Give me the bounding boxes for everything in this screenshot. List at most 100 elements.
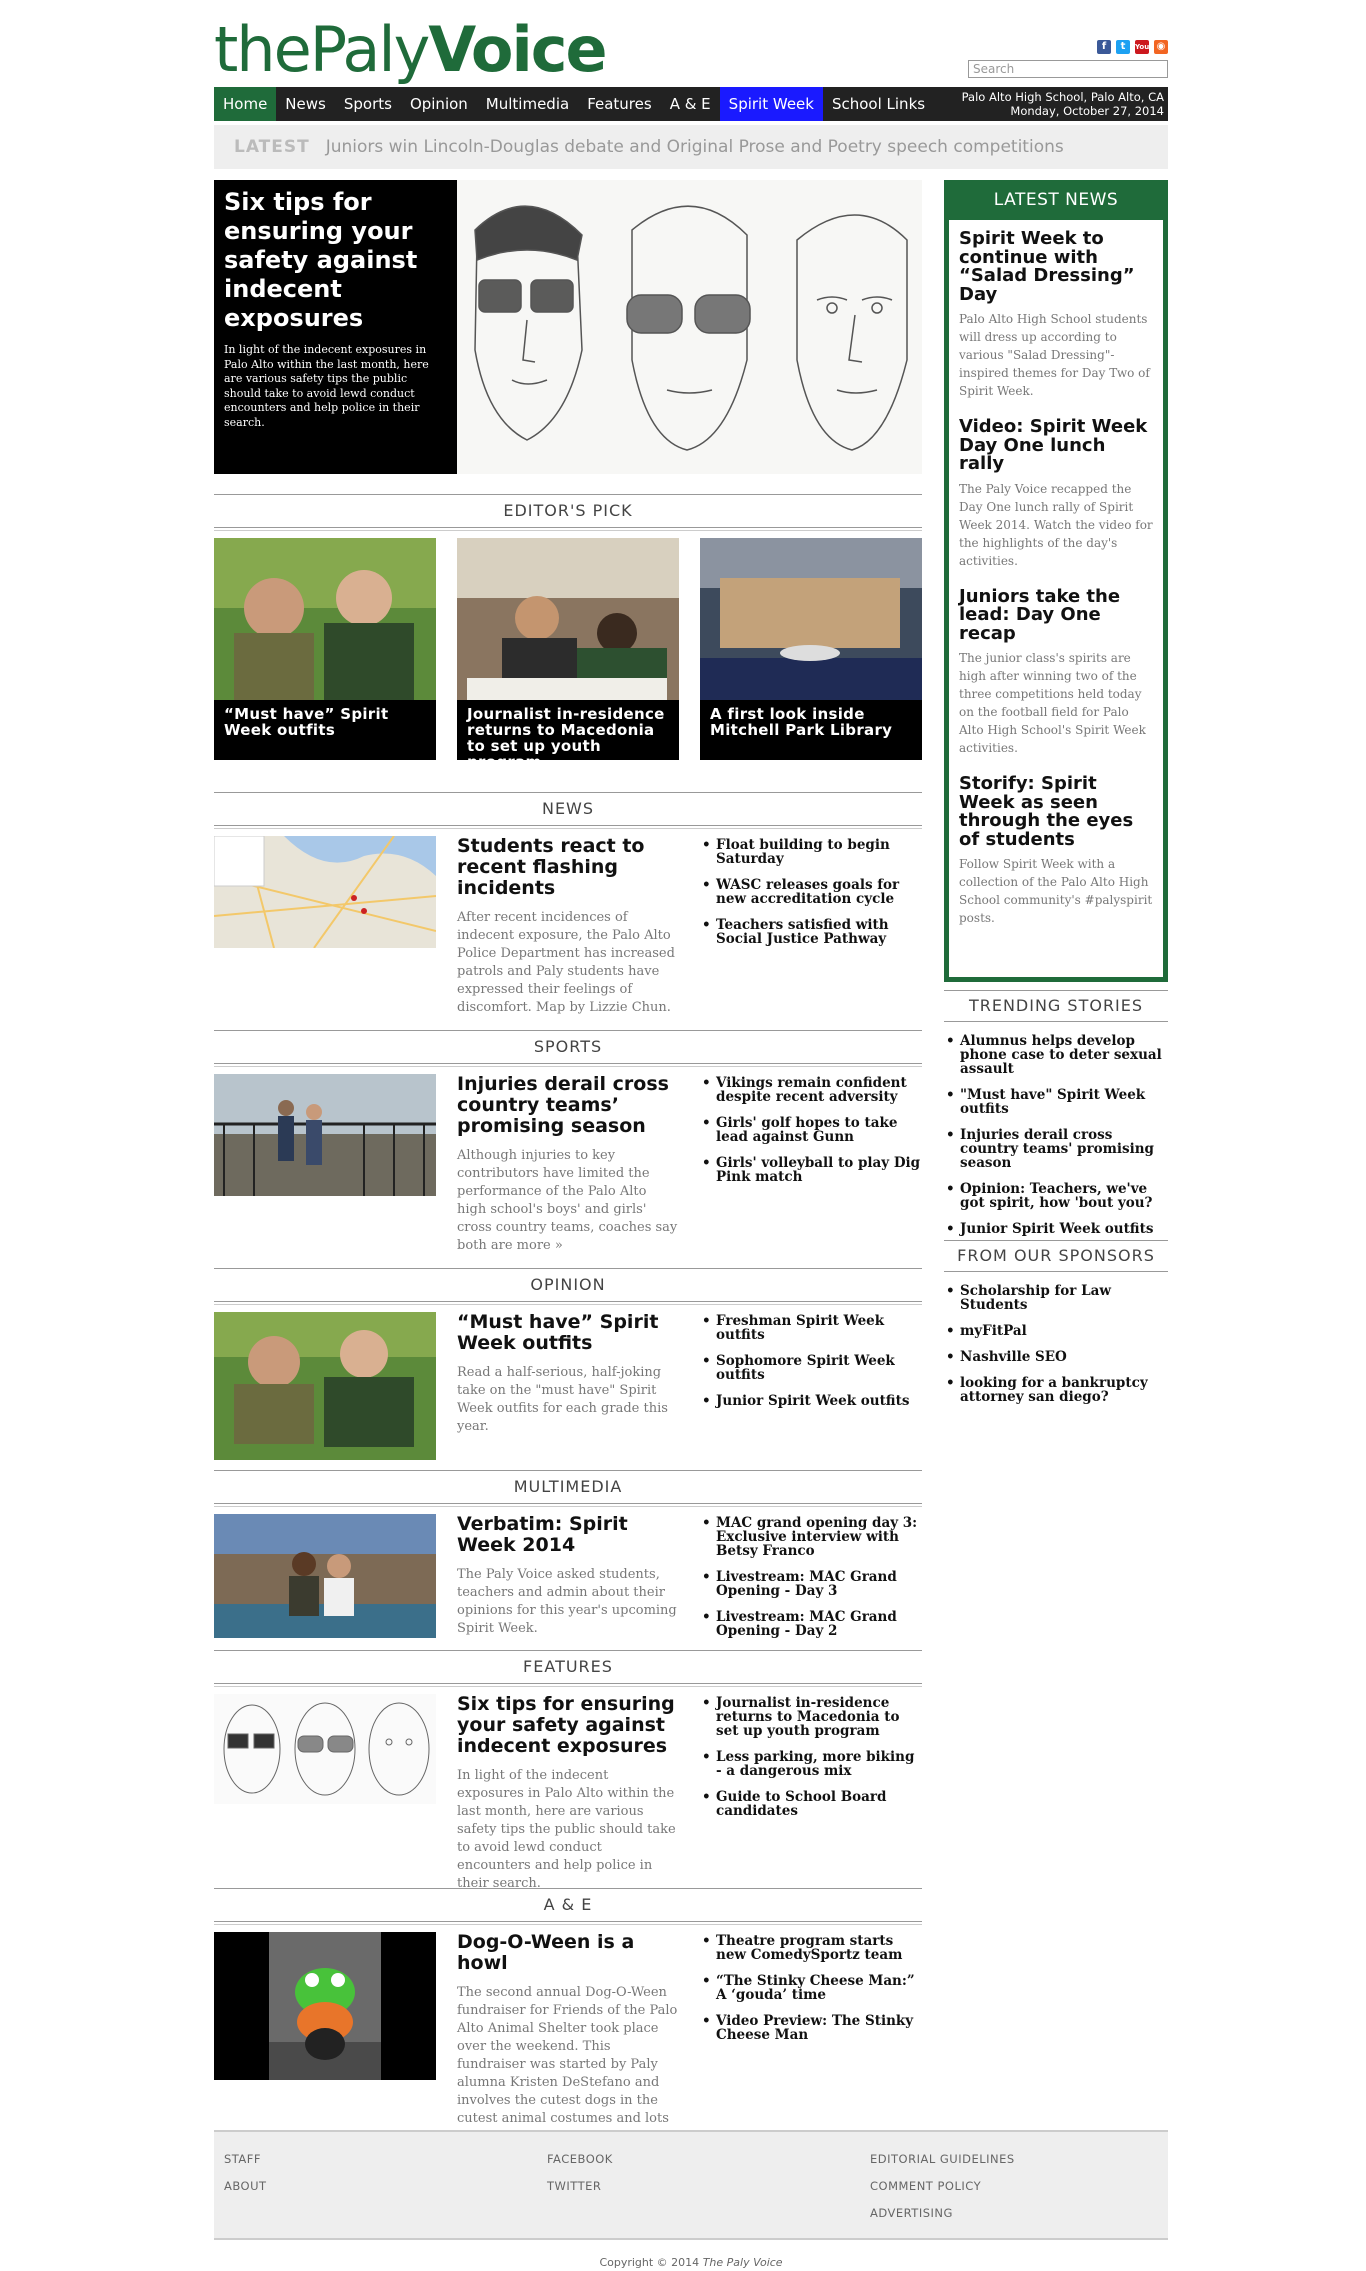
rss-icon[interactable]: ◉: [1154, 40, 1168, 54]
sponsor-link[interactable]: looking for a bankruptcy attorney san di…: [944, 1376, 1168, 1404]
hero-title[interactable]: Six tips for ensuring your safety agains…: [224, 188, 447, 333]
nav-opinion[interactable]: Opinion: [401, 87, 477, 121]
latest-news-box: LATEST NEWS Spirit Week to continue with…: [944, 180, 1168, 982]
related-link[interactable]: Float building to begin Saturday: [700, 838, 922, 866]
site-logo[interactable]: thePalyVoice: [214, 13, 608, 86]
nav-sports[interactable]: Sports: [335, 87, 401, 121]
pick-card-2[interactable]: Journalist in-residence returns to Maced…: [457, 538, 679, 760]
latest-news-summary: Follow Spirit Week with a collection of …: [959, 857, 1153, 925]
nav-news[interactable]: News: [276, 87, 335, 121]
pick-card-3[interactable]: A first look inside Mitchell Park Librar…: [700, 538, 922, 760]
multimedia-heading: MULTIMEDIA: [214, 1470, 922, 1507]
features-title[interactable]: Six tips for ensuring your safety agains…: [457, 1694, 679, 1757]
trending-heading: TRENDING STORIES: [944, 990, 1168, 1022]
latest-news-title[interactable]: Video: Spirit Week Day One lunch rally: [959, 417, 1153, 474]
ae-image[interactable]: [214, 1932, 436, 2080]
trending-link[interactable]: Opinion: Teachers, we've got spirit, how…: [944, 1182, 1168, 1210]
related-link[interactable]: Teachers satisfied with Social Justice P…: [700, 918, 922, 946]
footer-advertising[interactable]: ADVERTISING: [870, 2206, 953, 2220]
latest-news-item[interactable]: Storify: Spirit Week as seen through the…: [949, 774, 1163, 927]
latest-news-title[interactable]: Spirit Week to continue with “Salad Dres…: [959, 229, 1153, 304]
multimedia-story: Verbatim: Spirit Week 2014 The Paly Voic…: [457, 1514, 679, 1638]
latest-news-item[interactable]: Juniors take the lead: Day One recap The…: [949, 587, 1163, 758]
facebook-icon[interactable]: f: [1097, 40, 1111, 54]
multimedia-summary: The Paly Voice asked students, teachers …: [457, 1567, 677, 1636]
related-link[interactable]: Girls' golf hopes to take lead against G…: [700, 1116, 922, 1144]
latest-news-title[interactable]: Juniors take the lead: Day One recap: [959, 587, 1153, 644]
nav-multimedia[interactable]: Multimedia: [477, 87, 578, 121]
footer: STAFF ABOUT FACEBOOK TWITTER EDITORIAL G…: [214, 2130, 1168, 2240]
ae-heading: A & E: [214, 1888, 922, 1925]
news-title[interactable]: Students react to recent flashing incide…: [457, 836, 679, 899]
related-link[interactable]: Guide to School Board candidates: [700, 1790, 922, 1818]
trending-link[interactable]: Injuries derail cross country teams' pro…: [944, 1128, 1168, 1170]
pick-caption-1[interactable]: “Must have” Spirit Week outfits: [214, 700, 436, 760]
sponsor-link[interactable]: myFitPal: [944, 1324, 1168, 1338]
hero-body: In light of the indecent exposures in Pa…: [224, 343, 429, 429]
hero-image[interactable]: [457, 180, 922, 474]
footer-editorial-guidelines[interactable]: EDITORIAL GUIDELINES: [870, 2152, 1015, 2166]
footer-facebook[interactable]: FACEBOOK: [547, 2152, 613, 2166]
youtube-icon[interactable]: You: [1135, 40, 1149, 54]
nav-features[interactable]: Features: [578, 87, 661, 121]
trending-link[interactable]: "Must have" Spirit Week outfits: [944, 1088, 1168, 1116]
footer-comment-policy[interactable]: COMMENT POLICY: [870, 2179, 981, 2193]
sports-summary: Although injuries to key contributors ha…: [457, 1148, 678, 1253]
social-links: f t You ◉: [1097, 40, 1168, 54]
opinion-title[interactable]: “Must have” Spirit Week outfits: [457, 1312, 679, 1354]
pick-caption-2[interactable]: Journalist in-residence returns to Maced…: [457, 700, 679, 760]
nav-home[interactable]: Home: [214, 87, 277, 121]
related-link[interactable]: WASC releases goals for new accreditatio…: [700, 878, 922, 906]
nav-ae[interactable]: A & E: [661, 87, 720, 121]
latest-news-item[interactable]: Video: Spirit Week Day One lunch rally T…: [949, 417, 1163, 570]
related-link[interactable]: Freshman Spirit Week outfits: [700, 1314, 922, 1342]
trending-list: Alumnus helps develop phone case to dete…: [944, 1034, 1168, 1248]
trending-link[interactable]: Alumnus helps develop phone case to dete…: [944, 1034, 1168, 1076]
related-link[interactable]: Less parking, more biking - a dangerous …: [700, 1750, 922, 1778]
sponsor-link[interactable]: Nashville SEO: [944, 1350, 1168, 1364]
multimedia-related: MAC grand opening day 3: Exclusive inter…: [700, 1516, 922, 1650]
related-link[interactable]: Theatre program starts new ComedySportz …: [700, 1934, 922, 1962]
related-link[interactable]: Livestream: MAC Grand Opening - Day 2: [700, 1610, 922, 1638]
footer-staff[interactable]: STAFF: [224, 2152, 261, 2166]
related-link[interactable]: Journalist in-residence returns to Maced…: [700, 1696, 922, 1738]
related-link[interactable]: MAC grand opening day 3: Exclusive inter…: [700, 1516, 922, 1558]
multimedia-image[interactable]: [214, 1514, 436, 1638]
sponsors-list: Scholarship for Law Students myFitPal Na…: [944, 1284, 1168, 1416]
opinion-summary: Read a half-serious, half-joking take on…: [457, 1365, 668, 1434]
footer-about[interactable]: ABOUT: [224, 2179, 267, 2193]
news-image[interactable]: [214, 836, 436, 948]
sponsor-link[interactable]: Scholarship for Law Students: [944, 1284, 1168, 1312]
sports-title[interactable]: Injuries derail cross country teams’ pro…: [457, 1074, 679, 1137]
nav-spirit-week[interactable]: Spirit Week: [719, 87, 823, 121]
trending-link[interactable]: Junior Spirit Week outfits: [944, 1222, 1168, 1236]
ae-title[interactable]: Dog-O-Ween is a howl: [457, 1932, 679, 1974]
related-link[interactable]: Junior Spirit Week outfits: [700, 1394, 922, 1408]
copyright-text: Copyright © 2014: [599, 2256, 700, 2269]
ae-related: Theatre program starts new ComedySportz …: [700, 1934, 922, 2054]
footer-twitter[interactable]: TWITTER: [547, 2179, 601, 2193]
date-text: Monday, October 27, 2014: [1010, 104, 1164, 118]
latest-headline[interactable]: Juniors win Lincoln-Douglas debate and O…: [310, 137, 1064, 157]
related-link[interactable]: Vikings remain confident despite recent …: [700, 1076, 922, 1104]
latest-news-item[interactable]: Spirit Week to continue with “Salad Dres…: [949, 229, 1163, 400]
multimedia-title[interactable]: Verbatim: Spirit Week 2014: [457, 1514, 679, 1556]
opinion-heading: OPINION: [214, 1268, 922, 1305]
search-input[interactable]: Search: [968, 60, 1168, 78]
related-link[interactable]: “The Stinky Cheese Man:” A ‘gouda’ time: [700, 1974, 922, 2002]
related-link[interactable]: Girls' volleyball to play Dig Pink match: [700, 1156, 922, 1184]
opinion-image[interactable]: [214, 1312, 436, 1460]
related-link[interactable]: Video Preview: The Stinky Cheese Man: [700, 2014, 922, 2042]
opinion-story: “Must have” Spirit Week outfits Read a h…: [457, 1312, 679, 1436]
latest-news-title[interactable]: Storify: Spirit Week as seen through the…: [959, 774, 1153, 849]
related-link[interactable]: Livestream: MAC Grand Opening - Day 3: [700, 1570, 922, 1598]
features-image[interactable]: [214, 1694, 436, 1804]
pick-card-1[interactable]: “Must have” Spirit Week outfits: [214, 538, 436, 760]
sports-image[interactable]: [214, 1074, 436, 1196]
logo-bold-text: Voice: [428, 13, 607, 86]
hero-story[interactable]: Six tips for ensuring your safety agains…: [214, 180, 922, 474]
twitter-icon[interactable]: t: [1116, 40, 1130, 54]
pick-caption-3[interactable]: A first look inside Mitchell Park Librar…: [700, 700, 922, 760]
nav-school-links[interactable]: School Links: [823, 87, 934, 121]
related-link[interactable]: Sophomore Spirit Week outfits: [700, 1354, 922, 1382]
